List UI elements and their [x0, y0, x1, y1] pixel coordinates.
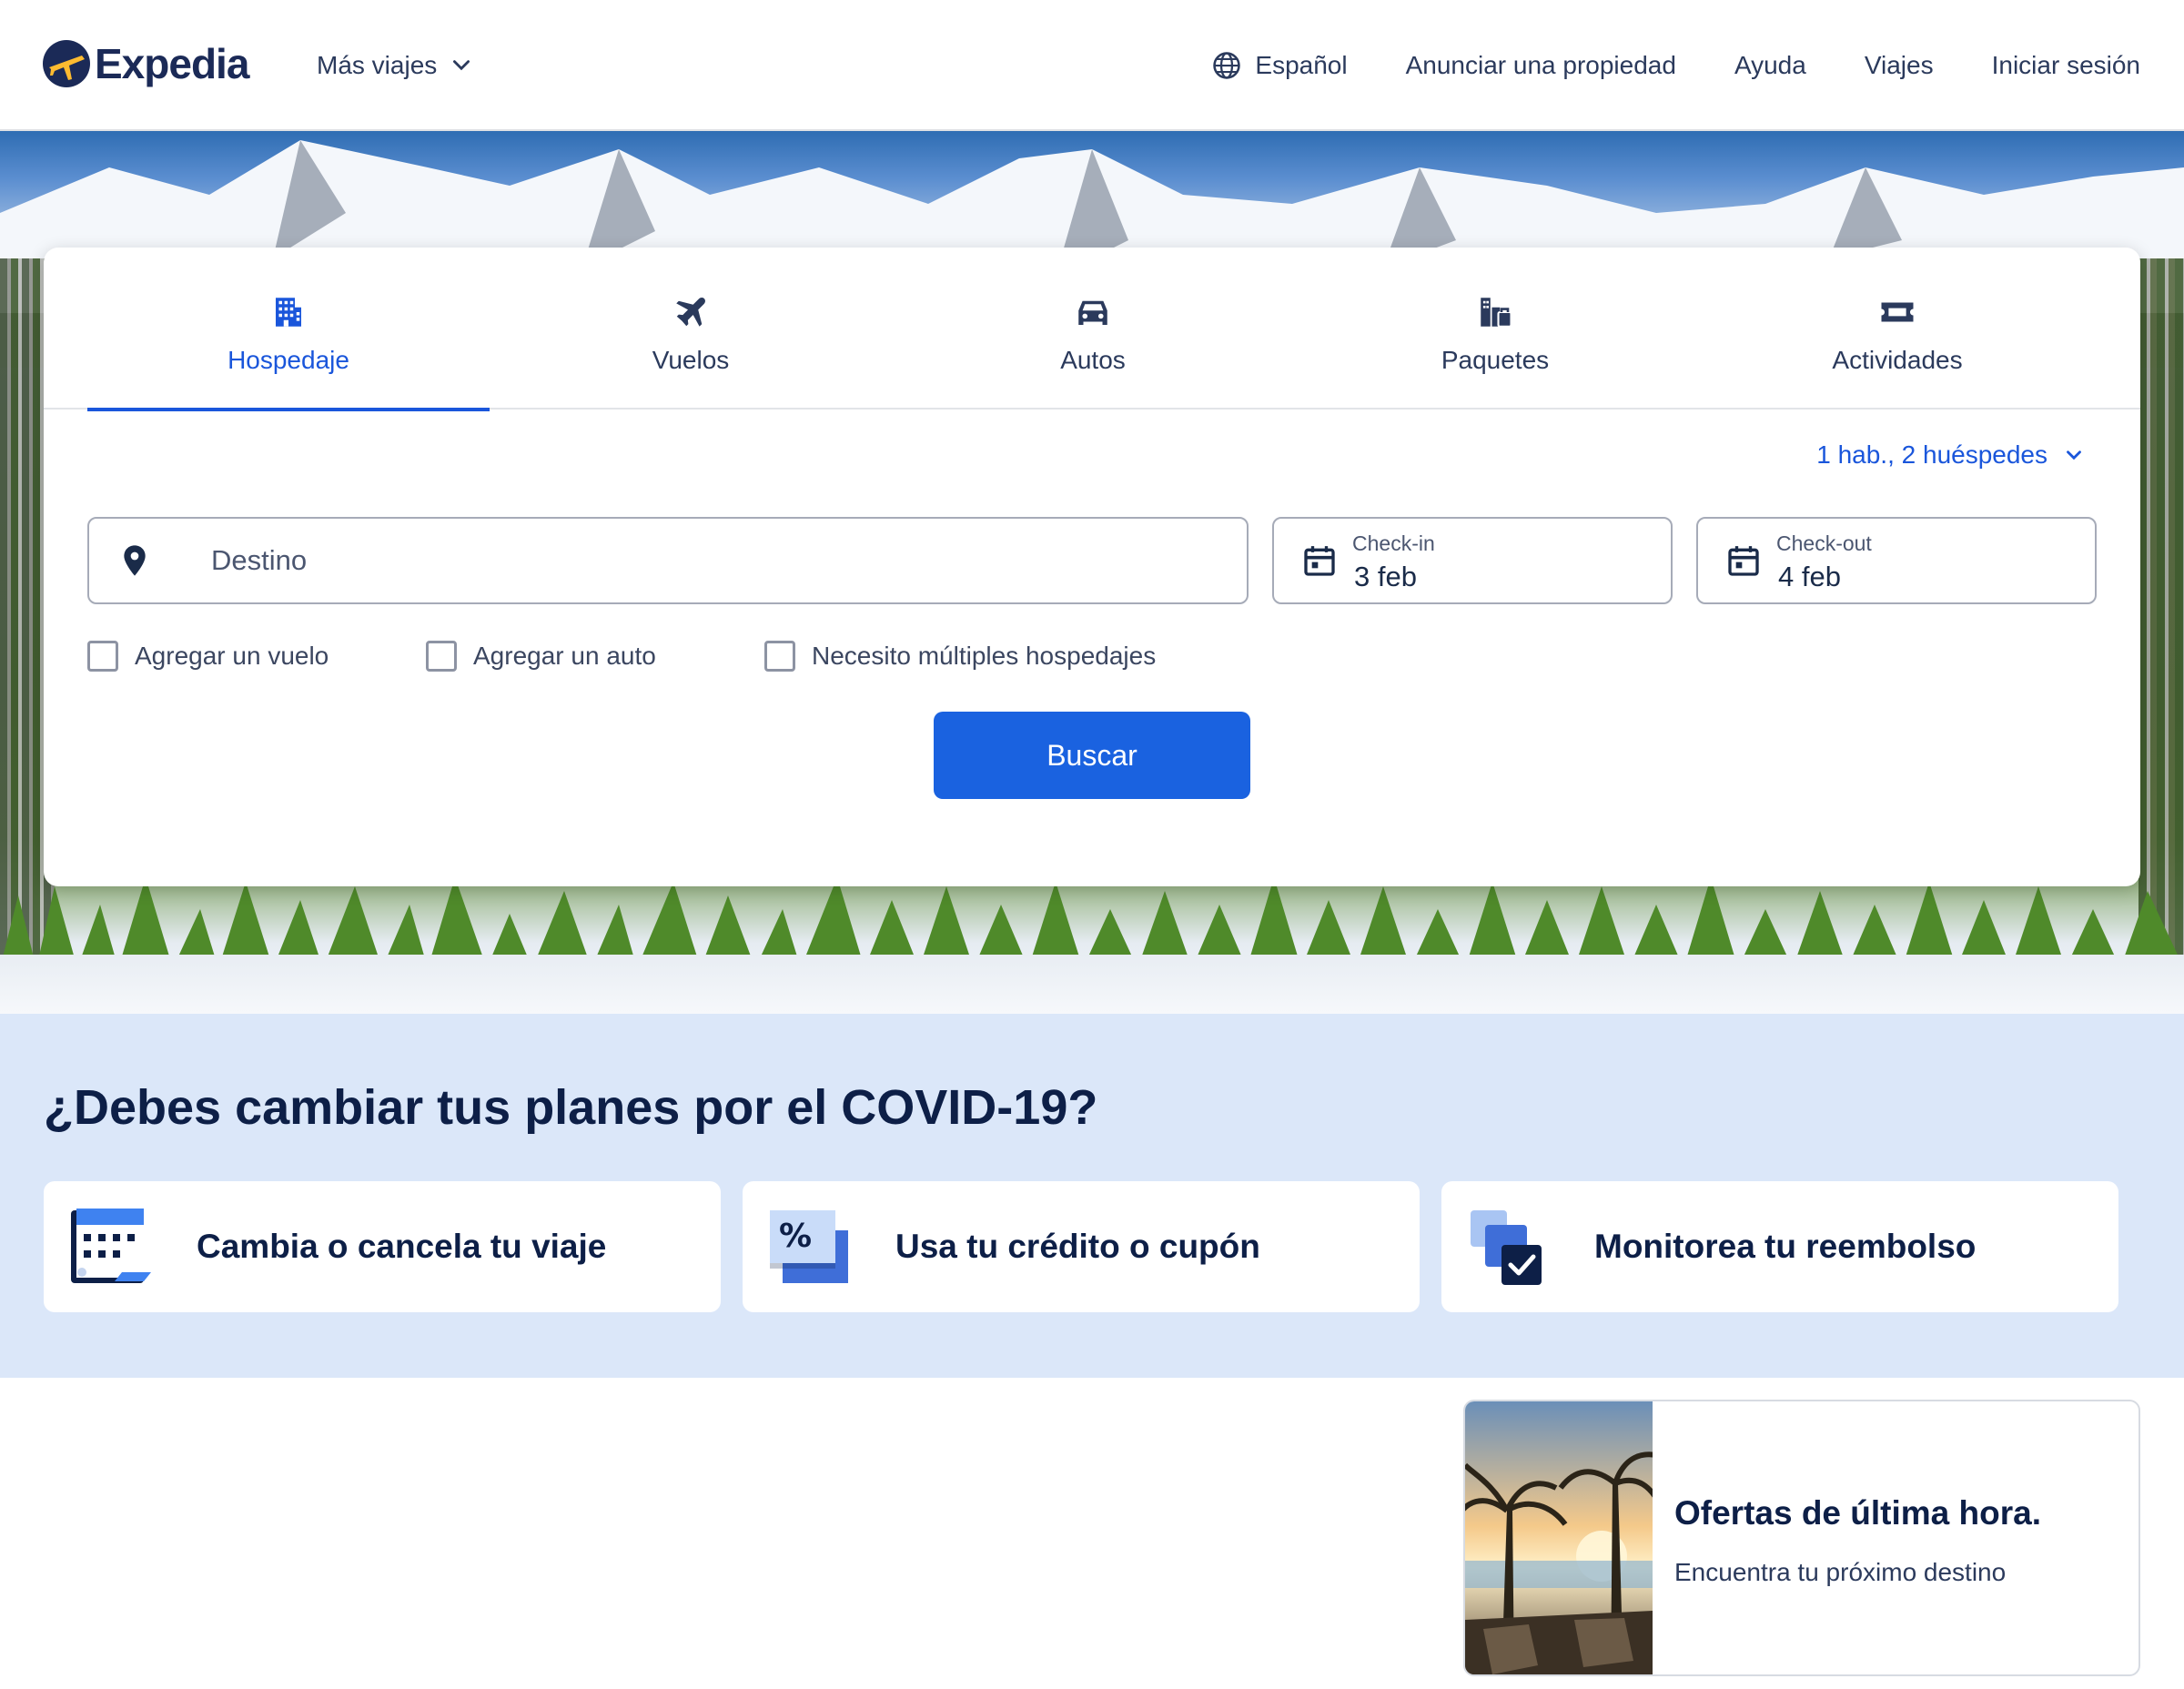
checkbox-box[interactable]	[87, 641, 118, 672]
use-credit-coupon-card[interactable]: % Usa tu crédito o cupón	[743, 1181, 1420, 1312]
building-icon	[276, 298, 301, 327]
multiple-stays-label: Necesito múltiples hospedajes	[812, 642, 1157, 670]
location-pin-icon	[124, 545, 146, 576]
svg-text:%: %	[779, 1218, 812, 1255]
tab-cars[interactable]: Autos	[892, 248, 1294, 410]
header-nav: Español Anunciar una propiedad Ayuda Via…	[1153, 46, 2140, 86]
ticket-icon	[1881, 302, 1914, 322]
promo-subtitle: Encuentra tu próximo destino	[1674, 1558, 2007, 1586]
more-trips-menu[interactable]: Más viajes	[317, 46, 473, 86]
covid-heading: ¿Debes cambiar tus planes por el COVID-1…	[44, 1080, 1098, 1135]
check-in-label: Check-in	[1352, 531, 1435, 555]
promo-title: Ofertas de última hora.	[1674, 1494, 2041, 1532]
chevron-down-icon	[2067, 450, 2081, 460]
globe-icon	[1213, 52, 1241, 79]
check-out-value: 4 feb	[1778, 561, 1841, 592]
tab-flights[interactable]: Vuelos	[490, 248, 892, 410]
coupon-icon: %	[770, 1210, 848, 1283]
chevron-down-icon	[453, 60, 470, 71]
rooms-guests-selector[interactable]: 1 hab., 2 huéspedes	[1816, 440, 2086, 470]
calendar-icon	[1728, 546, 1759, 576]
add-flight-checkbox[interactable]: Agregar un vuelo	[87, 641, 329, 672]
last-minute-deals-card[interactable]: Ofertas de última hora. Encuentra tu pró…	[1463, 1400, 2140, 1676]
package-icon	[1481, 298, 1512, 328]
rooms-guests-label: 1 hab., 2 huéspedes	[1816, 440, 2048, 469]
tab-packages[interactable]: Paquetes	[1294, 248, 1696, 410]
check-in-value: 3 feb	[1354, 561, 1417, 592]
destination-placeholder: Destino	[211, 544, 308, 576]
tab-packages-label: Paquetes	[1441, 346, 1550, 374]
search-button[interactable]: Buscar	[934, 712, 1250, 799]
change-cancel-trip-label: Cambia o cancela tu viaje	[197, 1228, 607, 1265]
tab-activities-label: Actividades	[1832, 346, 1963, 374]
help-link[interactable]: Ayuda	[1734, 51, 1806, 80]
check-out-label: Check-out	[1776, 531, 1872, 555]
tab-cars-label: Autos	[1060, 346, 1126, 374]
tab-activities[interactable]: Actividades	[1696, 248, 2098, 410]
expedia-logo-icon	[43, 40, 90, 87]
calendar-icon	[71, 1209, 151, 1283]
checkbox-box[interactable]	[426, 641, 457, 672]
beach-sunset-image	[1465, 1401, 1653, 1674]
change-cancel-trip-card[interactable]: Cambia o cancela tu viaje	[44, 1181, 721, 1312]
covid-section: ¿Debes cambiar tus planes por el COVID-1…	[0, 1014, 2184, 1378]
track-refund-card[interactable]: Monitorea tu reembolso	[1441, 1181, 2118, 1312]
add-car-checkbox[interactable]: Agregar un auto	[426, 641, 656, 672]
language-label: Español	[1255, 51, 1348, 79]
top-header: Expedia Más viajes Español Anunciar una …	[0, 0, 2184, 131]
check-in-field[interactable]: Check-in 3 feb	[1272, 517, 1673, 604]
calendar-icon	[1304, 546, 1335, 576]
check-out-field[interactable]: Check-out 4 feb	[1696, 517, 2097, 604]
refund-check-icon	[1471, 1210, 1542, 1285]
search-tabs: Hospedaje Vuelos Autos Paquetes Activida…	[44, 248, 2140, 411]
checkbox-box[interactable]	[764, 641, 795, 672]
tab-stays-label: Hospedaje	[228, 346, 349, 374]
tab-stays[interactable]: Hospedaje	[87, 248, 490, 411]
use-credit-coupon-label: Usa tu crédito o cupón	[895, 1228, 1260, 1265]
airplane-icon	[676, 298, 705, 327]
snow-ground	[0, 955, 2184, 1014]
language-selector[interactable]: Español	[1211, 50, 1348, 81]
logo-text: Expedia	[95, 40, 249, 87]
add-car-label: Agregar un auto	[473, 642, 656, 670]
track-refund-label: Monitorea tu reembolso	[1594, 1228, 1977, 1265]
list-property-link[interactable]: Anunciar una propiedad	[1406, 51, 1676, 80]
expedia-logo[interactable]: Expedia	[42, 35, 249, 93]
trips-link[interactable]: Viajes	[1865, 51, 1934, 80]
more-trips-label: Más viajes	[317, 51, 438, 79]
sign-in-link[interactable]: Iniciar sesión	[1992, 51, 2140, 80]
car-icon	[1078, 300, 1107, 325]
add-flight-label: Agregar un vuelo	[135, 642, 329, 670]
search-form-card: Hospedaje Vuelos Autos Paquetes Activida…	[44, 248, 2140, 886]
tab-flights-label: Vuelos	[652, 346, 730, 374]
destination-input[interactable]: Destino	[87, 517, 1249, 604]
multiple-stays-checkbox[interactable]: Necesito múltiples hospedajes	[764, 641, 1156, 672]
